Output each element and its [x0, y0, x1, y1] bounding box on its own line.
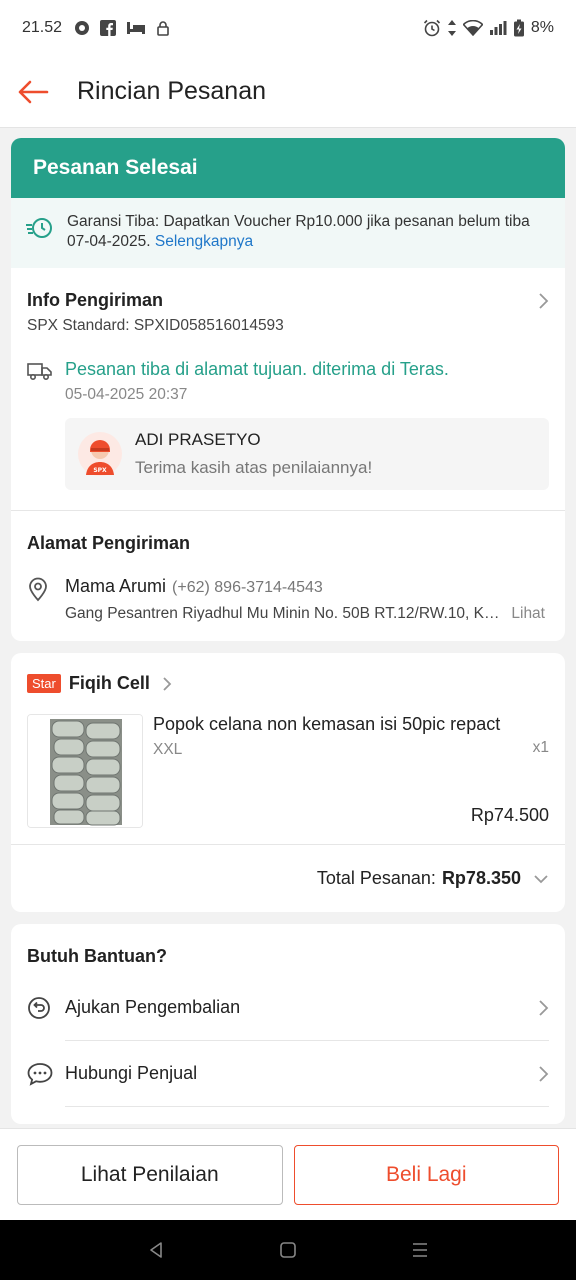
address-title: Alamat Pengiriman: [27, 533, 191, 553]
battery-level: 8%: [530, 19, 554, 36]
guarantee-text: Garansi Tiba: Dapatkan Voucher Rp10.000 …: [67, 213, 530, 250]
buy-again-button[interactable]: Beli Lagi: [293, 1144, 559, 1205]
chevron-right-icon: [539, 999, 549, 1016]
arrow-left-icon: [18, 80, 49, 103]
shipping-address: Alamat Pengiriman Mama Arumi (+62) 896-37…: [11, 510, 565, 641]
system-icons: 8%: [423, 19, 554, 37]
scroll-content[interactable]: Pesanan Selesai Garansi Tiba: Dapatkan V…: [11, 138, 565, 1124]
order-total[interactable]: Total Pesanan: Rp78.350: [11, 844, 565, 912]
total-value: Rp78.350: [441, 868, 521, 888]
chevron-right-icon: [539, 292, 549, 309]
tracking-status-text: Pesanan tiba di alamat tujuan. diterima …: [65, 359, 449, 379]
help-card: Butuh Bantuan? Ajukan Pengembalian Hubun…: [11, 924, 565, 1124]
shop-name: Fiqih Cell: [68, 673, 150, 693]
system-nav-bar: [0, 1220, 576, 1280]
notification-icons: [74, 20, 170, 36]
courier-name: ADI PRASETYO: [135, 430, 261, 449]
address-line: Gang Pesantren Riyadhul Mu Minin No. 50B…: [65, 605, 505, 622]
shipping-info[interactable]: Info Pengiriman SPX Standard: SPXID05851…: [11, 268, 565, 510]
status-bar: 21.52 8%: [0, 0, 576, 56]
product-image: [27, 714, 143, 828]
star-badge: Star: [27, 674, 61, 693]
battery-icon: [513, 19, 524, 37]
address-more-link[interactable]: Lihat: [511, 605, 545, 623]
wifi-icon: [462, 20, 483, 36]
svg-text:SPX: SPX: [93, 467, 107, 474]
status-time: 21.52: [22, 19, 63, 36]
chevron-right-icon: [163, 676, 172, 691]
guarantee-text-wrap: Garansi Tiba: Dapatkan Voucher Rp10.000 …: [67, 212, 551, 252]
contact-seller-item[interactable]: Hubungi Penjual: [27, 1041, 549, 1107]
facebook-icon: [100, 20, 117, 36]
shop-card: Star Fiqih Cell Popok celana non kemasan…: [11, 653, 565, 912]
chat-icon: [27, 1062, 53, 1091]
nav-menu-icon[interactable]: [411, 1241, 429, 1259]
chevron-down-icon: [534, 874, 548, 883]
alarm-icon: [423, 19, 440, 37]
help-title: Butuh Bantuan?: [27, 946, 167, 966]
clock-fast-icon: [25, 216, 55, 246]
help-item-label: Ajukan Pengembalian: [65, 997, 241, 1017]
back-button[interactable]: [0, 56, 66, 128]
nav-back-icon[interactable]: [147, 1241, 165, 1259]
bottom-action-bar: Lihat Penilaian Beli Lagi: [0, 1128, 576, 1220]
return-request-item[interactable]: Ajukan Pengembalian: [28, 975, 549, 1041]
recipient-name: Mama Arumi: [65, 576, 167, 596]
truck-icon: [27, 359, 65, 404]
courier-card: SPX ADI PRASETYO Terima kasih atas penil…: [65, 418, 549, 490]
signal-icon: [489, 21, 507, 35]
product-price: Rp74.500: [470, 805, 549, 825]
location-pin-icon: [27, 576, 65, 623]
nav-home-icon[interactable]: [279, 1241, 297, 1259]
guarantee-banner[interactable]: Garansi Tiba: Dapatkan Voucher Rp10.000 …: [11, 198, 565, 268]
chevron-right-icon: [539, 1065, 549, 1082]
total-label: Total Pesanan:: [316, 868, 436, 888]
product-item[interactable]: Popok celana non kemasan isi 50pic repac…: [27, 714, 549, 830]
record-icon: [75, 21, 90, 35]
shop-header[interactable]: Star Fiqih Cell: [27, 673, 549, 694]
help-item-label: Hubungi Penjual: [65, 1063, 198, 1083]
order-status-card: Pesanan Selesai Garansi Tiba: Dapatkan V…: [11, 138, 565, 268]
product-quantity: x1: [532, 739, 549, 756]
tracking-status: Pesanan tiba di alamat tujuan. diterima …: [27, 359, 549, 404]
guarantee-link[interactable]: Selengkapnya: [155, 233, 253, 250]
lock-icon: [157, 21, 169, 36]
page-title: Rincian Pesanan: [77, 77, 267, 105]
app-bar: Rincian Pesanan: [0, 56, 576, 128]
return-icon: [27, 996, 51, 1025]
shipping-title: Info Pengiriman: [27, 290, 164, 310]
courier-message: Terima kasih atas penilaiannya!: [135, 458, 373, 477]
hotel-icon: [127, 22, 146, 34]
order-status-title: Pesanan Selesai: [11, 138, 565, 198]
shipping-service: SPX Standard: SPXID058516014593: [27, 317, 284, 334]
product-name: Popok celana non kemasan isi 50pic repac…: [153, 714, 501, 734]
tracking-timestamp: 05-04-2025 20:37: [65, 386, 188, 403]
product-variant: XXL: [153, 741, 183, 758]
recipient-phone: (+62) 896-3714-4543: [172, 579, 323, 596]
courier-avatar: SPX: [78, 432, 122, 476]
data-arrows-icon: [447, 20, 456, 36]
view-rating-button[interactable]: Lihat Penilaian: [17, 1144, 283, 1205]
